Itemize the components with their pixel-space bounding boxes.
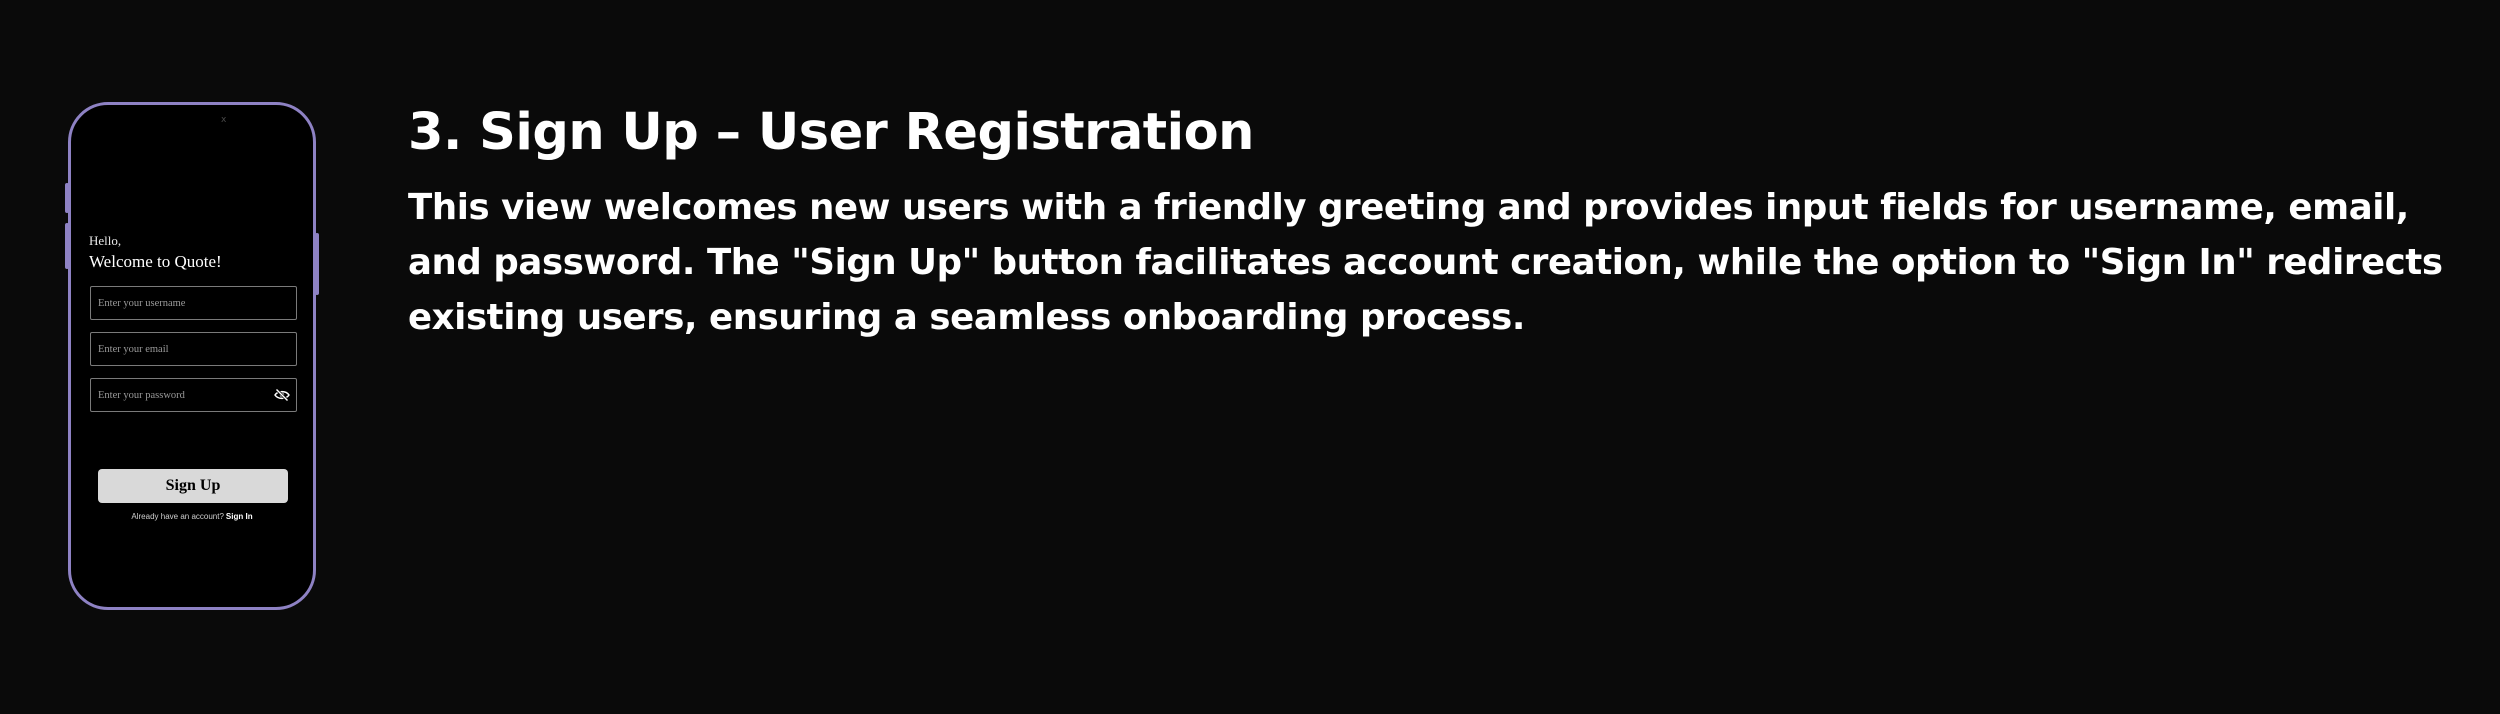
email-placeholder: Enter your email [98, 343, 169, 355]
phone-side-button [315, 233, 319, 295]
password-placeholder: Enter your password [98, 389, 185, 401]
phone-side-button [65, 223, 69, 269]
eye-slash-icon[interactable] [274, 388, 290, 402]
phone-side-button [65, 183, 69, 213]
notch-mark: x [221, 115, 227, 125]
password-field[interactable]: Enter your password [90, 378, 297, 412]
phone-mockup: x Hello, Welcome to Quote! Enter your us… [65, 102, 319, 610]
email-field[interactable]: Enter your email [90, 332, 297, 366]
username-placeholder: Enter your username [98, 297, 186, 309]
already-have-account-text: Already have an account? [131, 512, 224, 521]
section-title: 3. Sign Up – User Registration [408, 103, 1254, 162]
section-description: This view welcomes new users with a frie… [408, 187, 2443, 338]
sign-up-button[interactable]: Sign Up [98, 469, 288, 503]
welcome-heading: Welcome to Quote! [89, 252, 222, 271]
username-field[interactable]: Enter your username [90, 286, 297, 320]
sign-in-link[interactable]: Sign In [226, 512, 253, 521]
greeting-text: Hello, [89, 233, 122, 248]
sign-in-prompt: Already have an account? Sign In [71, 512, 313, 521]
